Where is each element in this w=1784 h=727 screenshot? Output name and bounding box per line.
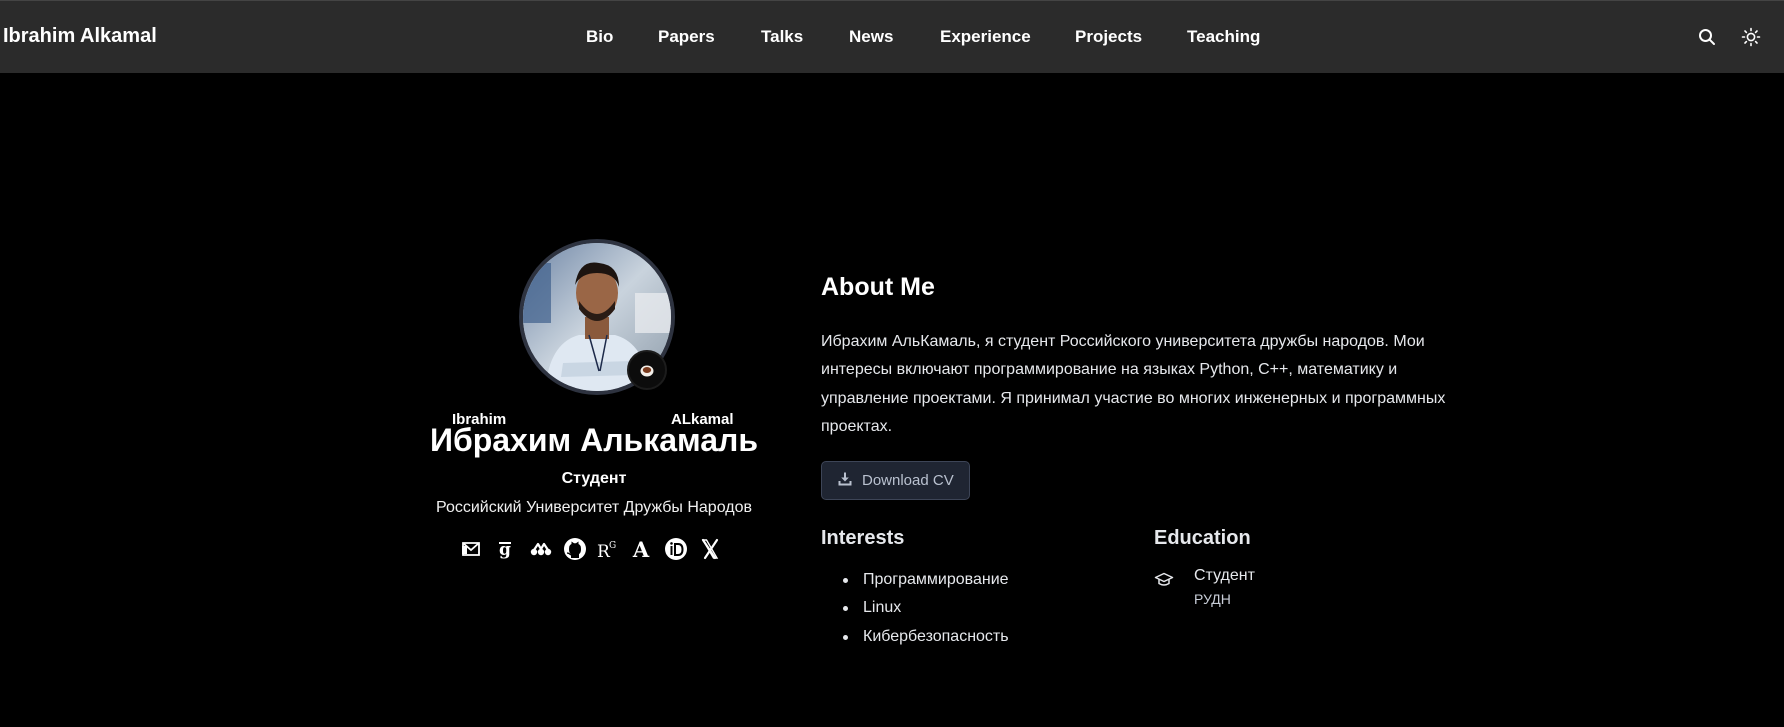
academia-icon[interactable]: A bbox=[628, 536, 654, 562]
orcid-icon[interactable] bbox=[663, 536, 689, 562]
download-cv-button[interactable]: Download CV bbox=[821, 461, 970, 500]
download-icon bbox=[838, 472, 852, 490]
bio-text: Ибрахим АльКамаль, я студент Российского… bbox=[821, 333, 1446, 436]
list-item: Кибербезопасность bbox=[843, 623, 1009, 651]
profile-role: Студент bbox=[561, 470, 627, 487]
nav-link-papers[interactable]: Papers bbox=[658, 27, 715, 47]
graduation-cap-icon bbox=[1154, 570, 1174, 590]
svg-text:A: A bbox=[632, 539, 650, 559]
interests-list: Программирование Linux Кибербезопасность bbox=[843, 566, 1009, 651]
profile-organization: Российский Университет Дружбы Народов bbox=[436, 499, 752, 516]
list-item: Программирование bbox=[843, 566, 1009, 594]
download-cv-label: Download CV bbox=[862, 472, 954, 489]
search-icon[interactable] bbox=[1697, 27, 1717, 47]
avatar bbox=[519, 239, 675, 395]
nav-link-projects[interactable]: Projects bbox=[1075, 27, 1142, 47]
nav-link-teaching[interactable]: Teaching bbox=[1187, 27, 1260, 47]
list-item: Linux bbox=[843, 594, 1009, 622]
mendeley-icon[interactable] bbox=[528, 536, 554, 562]
education-institution: РУДН bbox=[1194, 591, 1231, 607]
researchgate-icon[interactable]: RG bbox=[594, 536, 620, 562]
top-navbar: Ibrahim Alkamal Bio Papers Talks News Ex… bbox=[0, 0, 1784, 73]
about-title: About Me bbox=[821, 273, 935, 301]
education-title: Education bbox=[1154, 527, 1251, 549]
x-twitter-icon[interactable] bbox=[697, 536, 723, 562]
education-degree: Студент bbox=[1194, 567, 1255, 584]
interests-title: Interests bbox=[821, 527, 905, 549]
envelope-icon[interactable] bbox=[458, 536, 484, 562]
main-nav: Bio Papers Talks News Experience Project… bbox=[0, 27, 1784, 49]
svg-text:G: G bbox=[609, 541, 616, 551]
sun-icon[interactable] bbox=[1741, 27, 1761, 47]
nav-link-news[interactable]: News bbox=[849, 27, 893, 47]
coffee-icon bbox=[627, 350, 667, 390]
nav-link-talks[interactable]: Talks bbox=[761, 27, 803, 47]
github-icon[interactable] bbox=[562, 536, 588, 562]
google-scholar-icon[interactable]: g bbox=[492, 536, 518, 562]
nav-link-experience[interactable]: Experience bbox=[940, 27, 1031, 47]
nav-link-bio[interactable]: Bio bbox=[586, 27, 613, 47]
